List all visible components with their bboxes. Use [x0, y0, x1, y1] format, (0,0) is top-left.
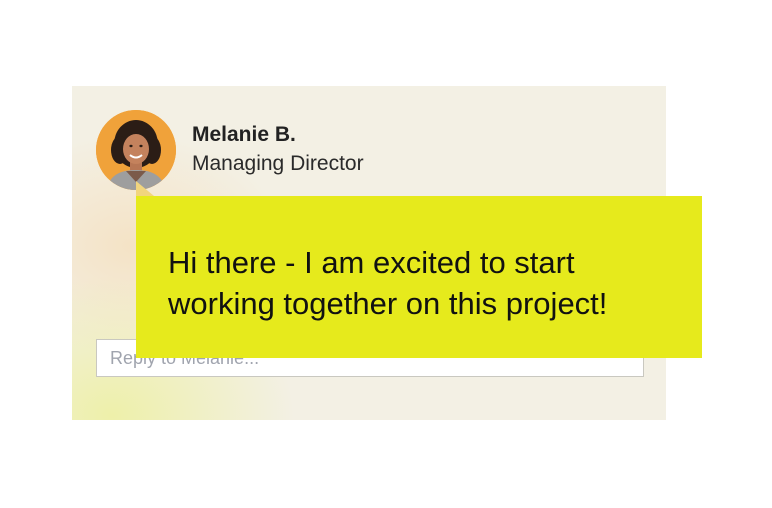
- message-bubble: Hi there - I am excited to start working…: [136, 196, 702, 358]
- avatar: [96, 110, 176, 190]
- author-name: Melanie B.: [192, 123, 296, 146]
- avatar-portrait-icon: [96, 110, 176, 190]
- author-title: Managing Director: [192, 152, 364, 175]
- speech-bubble-tail: [136, 181, 154, 196]
- message-text: Hi there - I am excited to start working…: [168, 245, 608, 321]
- page: Melanie B. Managing Director Hi there - …: [0, 0, 772, 508]
